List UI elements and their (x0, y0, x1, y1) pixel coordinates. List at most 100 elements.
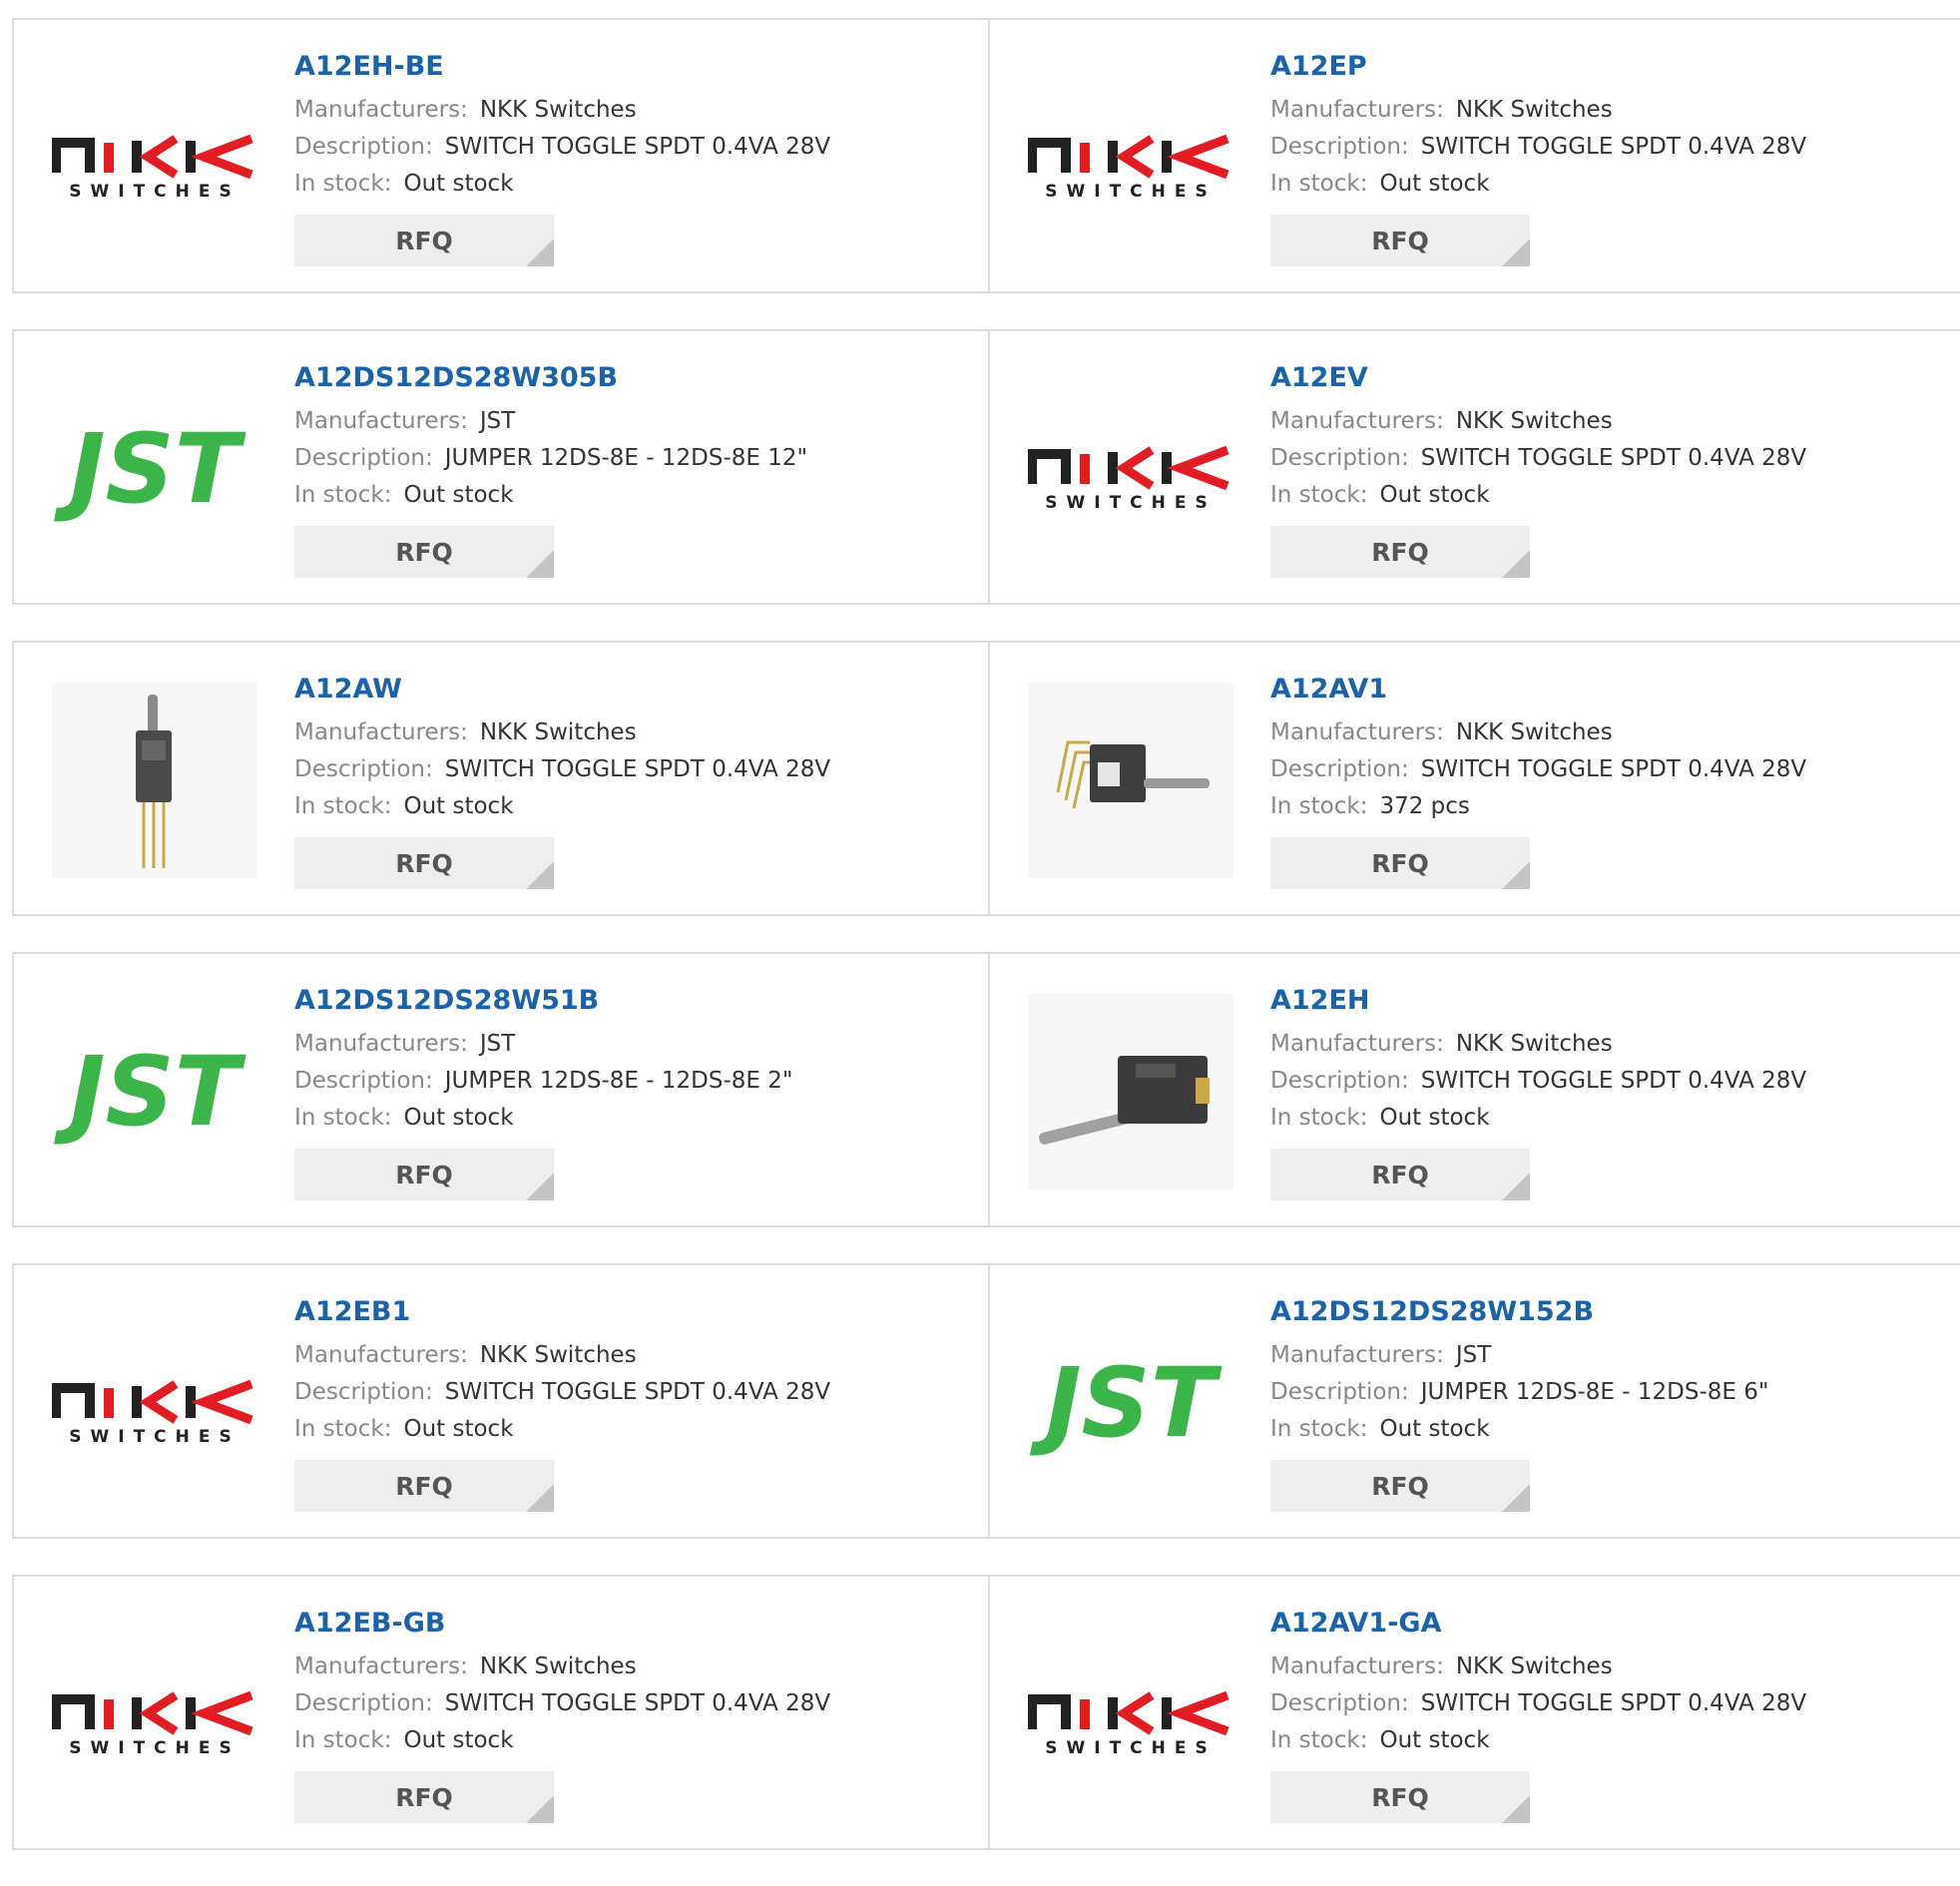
description-label: Description: (1270, 134, 1409, 160)
product-thumbnail[interactable] (1028, 683, 1233, 878)
product-thumbnail[interactable]: SWITCHES (1028, 371, 1233, 567)
description-value: SWITCH TOGGLE SPDT 0.4VA 28V (444, 134, 831, 160)
product-thumbnail[interactable]: JST (1028, 1305, 1233, 1501)
stock-line: In stock: Out stock (1270, 477, 1806, 514)
rfq-label: RFQ (1371, 1782, 1429, 1812)
manufacturer-line: Manufacturers: JST (294, 1026, 792, 1063)
product-info: A12DS12DS28W152B Manufacturers: JST Descr… (1270, 1293, 1768, 1512)
manufacturer-value: NKK Switches (479, 1342, 637, 1368)
product-part-link[interactable]: A12EH-BE (294, 48, 830, 86)
product-thumbnail[interactable]: SWITCHES (1028, 60, 1233, 255)
manufacturer-line: Manufacturers: NKK Switches (1270, 714, 1806, 751)
description-value: JUMPER 12DS-8E - 12DS-8E 2" (444, 1068, 793, 1094)
rfq-button[interactable]: RFQ (1270, 1460, 1530, 1512)
stock-line: In stock: Out stock (294, 1411, 830, 1448)
product-card: A12AV1 Manufacturers: NKK Switches Descri… (990, 643, 1960, 914)
svg-text:SWITCHES: SWITCHES (1045, 493, 1216, 513)
stock-line: In stock: Out stock (1270, 1722, 1806, 1759)
rfq-button[interactable]: RFQ (294, 215, 554, 266)
product-card: JST A12DS12DS28W152B Manufacturers: JST D… (990, 1265, 1960, 1537)
description-line: Description: SWITCH TOGGLE SPDT 0.4VA 28V (294, 751, 830, 788)
product-part-link[interactable]: A12EP (1270, 48, 1806, 86)
product-thumbnail[interactable] (1028, 994, 1233, 1189)
svg-text:SWITCHES: SWITCHES (69, 182, 240, 202)
product-card: SWITCHES A12EV Manufacturers: NKK Switche… (990, 331, 1960, 603)
rfq-button[interactable]: RFQ (1270, 837, 1530, 889)
manufacturer-label: Manufacturers: (1270, 1031, 1444, 1057)
product-thumbnail[interactable]: JST (52, 994, 257, 1189)
rfq-button[interactable]: RFQ (1270, 526, 1530, 578)
rfq-label: RFQ (395, 1160, 453, 1189)
product-part-link[interactable]: A12DS12DS28W305B (294, 359, 807, 397)
product-part-link[interactable]: A12AW (294, 671, 830, 708)
rfq-label: RFQ (395, 226, 453, 255)
manufacturer-label: Manufacturers: (294, 1342, 468, 1368)
stock-value: Out stock (1379, 171, 1490, 197)
nkk-logo: SWITCHES (52, 1379, 253, 1447)
product-part-link[interactable]: A12DS12DS28W152B (1270, 1293, 1768, 1331)
manufacturer-line: Manufacturers: NKK Switches (294, 1337, 830, 1374)
description-line: Description: SWITCH TOGGLE SPDT 0.4VA 28V (294, 1685, 830, 1722)
product-thumbnail[interactable]: SWITCHES (1028, 1617, 1233, 1812)
description-label: Description: (1270, 1379, 1409, 1405)
product-row: A12AW Manufacturers: NKK Switches Descrip… (12, 641, 1960, 916)
product-part-link[interactable]: A12EB1 (294, 1293, 830, 1331)
product-part-link[interactable]: A12DS12DS28W51B (294, 982, 792, 1020)
nkk-logo: SWITCHES (52, 1690, 253, 1758)
rfq-button[interactable]: RFQ (1270, 1149, 1530, 1200)
rfq-label: RFQ (1371, 226, 1429, 255)
product-thumbnail[interactable]: JST (52, 371, 257, 567)
toggle-switch-vertical-photo (52, 683, 257, 878)
stock-label: In stock: (294, 1416, 392, 1442)
rfq-button[interactable]: RFQ (294, 526, 554, 578)
product-thumbnail[interactable]: SWITCHES (52, 60, 257, 255)
manufacturer-label: Manufacturers: (294, 1653, 468, 1679)
description-value: SWITCH TOGGLE SPDT 0.4VA 28V (1420, 445, 1807, 471)
rfq-button[interactable]: RFQ (294, 837, 554, 889)
jst-logo: JST (54, 414, 246, 524)
manufacturer-value: NKK Switches (1455, 97, 1613, 123)
toggle-switch-horizontal-photo (1028, 994, 1233, 1189)
rfq-label: RFQ (1371, 848, 1429, 878)
rfq-label: RFQ (1371, 537, 1429, 567)
product-row: JST A12DS12DS28W305B Manufacturers: JST D… (12, 329, 1960, 605)
stock-value: Out stock (403, 1727, 514, 1753)
stock-value: Out stock (403, 1416, 514, 1442)
description-label: Description: (294, 1690, 433, 1716)
product-thumbnail[interactable]: SWITCHES (52, 1617, 257, 1812)
product-part-link[interactable]: A12EV (1270, 359, 1806, 397)
description-label: Description: (294, 756, 433, 782)
stock-value: Out stock (403, 171, 514, 197)
product-thumbnail[interactable]: SWITCHES (52, 1305, 257, 1501)
rfq-button[interactable]: RFQ (294, 1771, 554, 1823)
manufacturer-label: Manufacturers: (294, 408, 468, 434)
corner-triangle-icon (1502, 1795, 1530, 1823)
product-card: JST A12DS12DS28W51B Manufacturers: JST De… (14, 954, 990, 1225)
rfq-button[interactable]: RFQ (1270, 1771, 1530, 1823)
corner-triangle-icon (526, 1484, 554, 1512)
jst-logo: JST (1030, 1348, 1223, 1458)
stock-value: Out stock (1379, 1727, 1490, 1753)
rfq-button[interactable]: RFQ (294, 1460, 554, 1512)
toggle-switch-angled-photo (1028, 683, 1233, 878)
nkk-logo: SWITCHES (1028, 134, 1229, 202)
rfq-button[interactable]: RFQ (1270, 215, 1530, 266)
manufacturer-label: Manufacturers: (294, 97, 468, 123)
product-part-link[interactable]: A12EB-GB (294, 1605, 830, 1643)
manufacturer-line: Manufacturers: JST (1270, 1337, 1768, 1374)
description-label: Description: (294, 1068, 433, 1094)
rfq-button[interactable]: RFQ (294, 1149, 554, 1200)
product-part-link[interactable]: A12EH (1270, 982, 1806, 1020)
stock-label: In stock: (1270, 1105, 1368, 1131)
product-part-link[interactable]: A12AV1 (1270, 671, 1806, 708)
rfq-label: RFQ (395, 848, 453, 878)
stock-label: In stock: (1270, 793, 1368, 819)
product-thumbnail[interactable] (52, 683, 257, 878)
manufacturer-value: NKK Switches (1455, 1653, 1613, 1679)
product-card: SWITCHES A12EH-BE Manufacturers: NKK Swit… (14, 20, 990, 291)
product-part-link[interactable]: A12AV1-GA (1270, 1605, 1806, 1643)
product-row: SWITCHES A12EB1 Manufacturers: NKK Switch… (12, 1263, 1960, 1539)
manufacturer-label: Manufacturers: (294, 1031, 468, 1057)
product-info: A12EB1 Manufacturers: NKK Switches Descri… (294, 1293, 830, 1512)
product-card: A12EH Manufacturers: NKK Switches Descrip… (990, 954, 1960, 1225)
